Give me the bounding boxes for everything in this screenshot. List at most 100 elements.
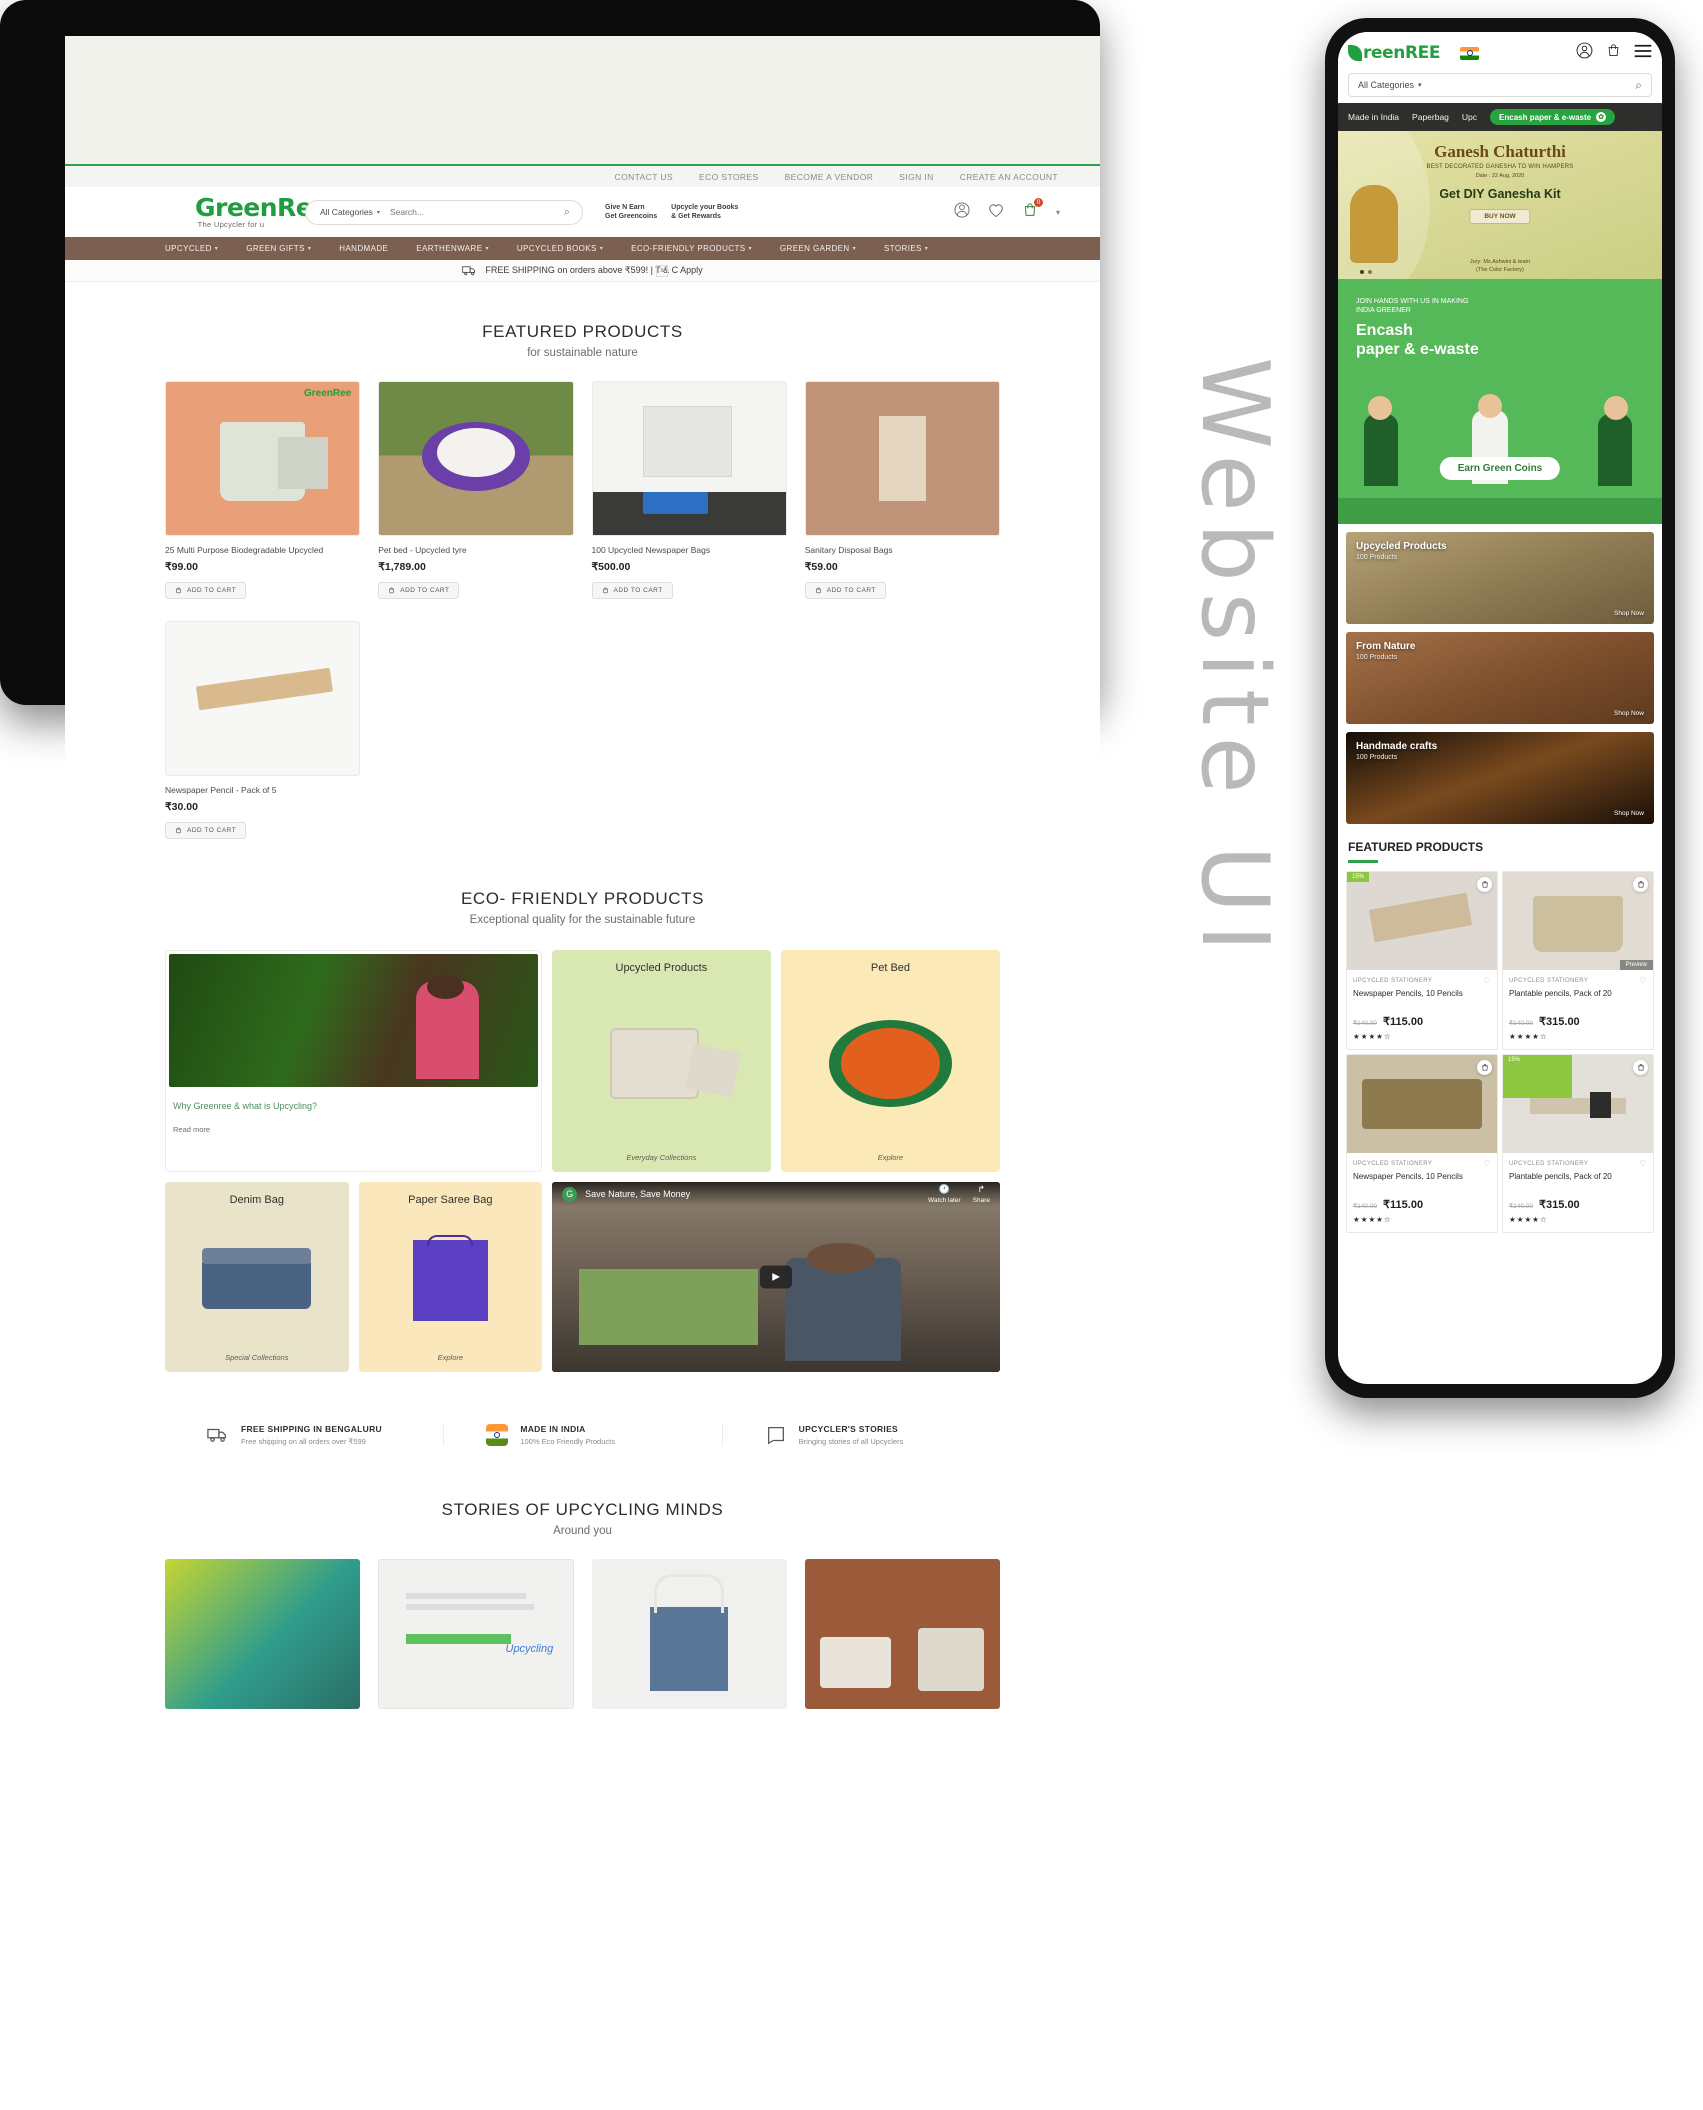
close-icon[interactable]: x [656,264,668,277]
eco-tile-pet-bed[interactable]: Pet Bed Explore [780,950,1000,1173]
wishlist-heart-icon[interactable]: ♡ [1639,1159,1647,1168]
cart-chevron-icon[interactable]: ▾ [1056,208,1060,217]
product-image[interactable] [591,381,787,536]
search-icon[interactable]: ⌕ [1635,78,1642,93]
wishlist-heart-icon[interactable] [988,203,1004,222]
category-cta[interactable]: Shop Now [1614,710,1644,717]
eco-tile-upcycled-products[interactable]: Upcycled Products Everyday Collections [551,950,771,1173]
product-image[interactable]: 15% [1503,1055,1653,1153]
mobile-category-card-handmade[interactable]: Handmade crafts 100 Products Shop Now [1346,732,1654,824]
category-dropdown[interactable]: All Categories ▾ [306,207,390,217]
product-card[interactable]: 100 Upcycled Newspaper Bags ₹500.00 ADD … [591,381,787,600]
product-card[interactable]: Pet bed - Upcycled tyre ₹1,789.00 ADD TO… [378,381,574,600]
product-card[interactable]: Sanitary Disposal Bags ₹59.00 ADD TO CAR… [804,381,1000,600]
chip-made-in-india[interactable]: Made in India [1348,112,1399,122]
product-card[interactable]: GreenRee 25 Multi Purpose Biodegradable … [165,381,361,600]
product-image[interactable]: 15% [1347,872,1497,970]
util-link-create-account[interactable]: CREATE AN ACCOUNT [960,172,1058,182]
util-link-sign-in[interactable]: SIGN IN [899,172,933,182]
watch-later-button[interactable]: 🕐 Watch later [928,1184,961,1204]
mobile-product-card[interactable]: Preview UPCYCLED STATIONERY ♡ Plantable … [1502,871,1654,1050]
mobile-chip-bar: Made in India Paperbag Upc Encash paper … [1338,103,1662,131]
wishlist-heart-icon[interactable]: ♡ [1483,976,1491,985]
nav-item-upcycled-books[interactable]: UPCYCLED BOOKS ▾ [517,244,603,253]
mobile-logo-text[interactable]: reenREE [1363,43,1440,63]
story-card[interactable] [591,1559,787,1710]
category-cta[interactable]: Shop Now [1614,810,1644,817]
add-to-cart-button[interactable]: ADD TO CART [804,582,886,600]
product-image[interactable] [1347,1055,1497,1153]
mobile-promo-banner[interactable]: Ganesh Chaturthi BEST DECORATED GANESHA … [1338,131,1662,279]
product-price: ₹315.00 [1539,1199,1580,1211]
eco-tile-paper-saree-bag[interactable]: Paper Saree Bag Explore [358,1182,543,1373]
chip-paperbag[interactable]: Paperbag [1412,112,1449,122]
carousel-dot[interactable] [1368,270,1372,274]
eco-story-title[interactable]: Why Greenree & what is Upcycling? [169,1087,538,1111]
add-to-cart-button[interactable]: ADD TO CART [591,582,673,600]
product-image[interactable]: GreenRee [165,381,361,536]
wishlist-heart-icon[interactable]: ♡ [1639,976,1647,985]
account-icon[interactable] [1576,42,1593,64]
mobile-product-card[interactable]: 15% UPCYCLED STATIONERY ♡ Plantable penc… [1502,1054,1654,1233]
carousel-dot[interactable] [1360,270,1364,274]
banner-buy-now-button[interactable]: BUY NOW [1469,209,1531,224]
nav-item-handmade[interactable]: HANDMADE [339,244,388,253]
add-to-cart-button[interactable]: ADD TO CART [165,822,247,840]
share-button[interactable]: ↱ Share [973,1184,990,1204]
carousel-dots[interactable] [1360,270,1372,274]
product-image[interactable]: Preview [1503,872,1653,970]
bag-icon[interactable] [1633,877,1648,892]
product-card[interactable]: Newspaper Pencil - Pack of 5 ₹30.00 ADD … [165,621,361,840]
category-cta[interactable]: Shop Now [1614,610,1644,617]
mobile-search-bar[interactable]: All Categories ▾ ⌕ [1348,73,1652,97]
account-icon[interactable] [954,202,970,222]
product-image[interactable] [378,381,574,536]
product-image[interactable] [804,381,1000,536]
nav-item-earthenware[interactable]: EARTHENWARE ▾ [416,244,489,253]
product-image[interactable] [165,621,361,777]
nav-item-green-garden[interactable]: GREEN GARDEN ▾ [780,244,856,253]
util-link-become-vendor[interactable]: BECOME A VENDOR [785,172,874,182]
nav-item-stories[interactable]: STORIES ▾ [884,244,928,253]
eco-tile-denim-bag[interactable]: Denim Bag Special Collections [165,1182,349,1373]
mobile-product-card[interactable]: 15% UPCYCLED STATIONERY ♡ Newspaper Penc… [1346,871,1498,1050]
preview-label[interactable]: Preview [1619,960,1653,970]
bag-icon[interactable] [1633,1060,1648,1075]
mobile-encash-banner[interactable]: JOIN HANDS WITH US IN MAKING INDIA GREEN… [1338,279,1662,524]
earn-green-coins-button[interactable]: Earn Green Coins [1439,457,1561,480]
util-link-eco-stores[interactable]: ECO STORES [699,172,759,182]
eco-story-card[interactable]: Why Greenree & what is Upcycling? Read m… [165,950,542,1173]
search-icon[interactable]: ⌕ [564,206,582,219]
bag-icon[interactable] [1477,877,1492,892]
nav-item-green-gifts[interactable]: GREEN GIFTS ▾ [246,244,311,253]
mobile-category-card-from-nature[interactable]: From Nature 100 Products Shop Now [1346,632,1654,724]
add-to-cart-button[interactable]: ADD TO CART [378,582,460,600]
nav-item-upcycled[interactable]: UPCYCLED ▾ [165,244,218,253]
cart-icon[interactable] [1606,42,1621,64]
mobile-product-card[interactable]: UPCYCLED STATIONERY ♡ Newspaper Pencils,… [1346,1054,1498,1233]
story-card[interactable] [804,1559,1000,1710]
mobile-category-dropdown[interactable]: All Categories ▾ [1358,80,1422,90]
product-old-price: ₹140.00 [1353,1203,1378,1210]
nav-label: ECO-FRIENDLY PRODUCTS [631,244,746,253]
logo[interactable]: GreenRee The Upcycler for u [97,195,329,229]
mobile-category-card-upcycled[interactable]: Upcycled Products 100 Products Shop Now [1346,532,1654,624]
add-to-cart-button[interactable]: ADD TO CART [165,582,247,600]
util-link-contact[interactable]: CONTACT US [615,172,673,182]
story-card[interactable]: Upcycling [378,1559,574,1710]
cart-icon[interactable]: 0 [1022,198,1043,222]
play-button[interactable]: ▶ [760,1265,793,1289]
eco-story-readmore[interactable]: Read more [169,1111,538,1134]
promo-give-n-earn[interactable]: Give N Earn Get Greencoins [605,203,657,222]
video-player[interactable]: G Save Nature, Save Money 🕐 Watch later … [552,1182,1000,1373]
hamburger-menu-icon[interactable] [1634,44,1652,63]
wishlist-heart-icon[interactable]: ♡ [1483,1159,1491,1168]
chip-encash-paper-ewaste[interactable]: Encash paper & e-waste ✿ [1490,109,1616,125]
bag-icon[interactable] [1477,1060,1492,1075]
story-card[interactable] [165,1559,361,1710]
search-input[interactable] [389,207,564,217]
chip-upcycled[interactable]: Upc [1462,112,1477,122]
search-bar[interactable]: All Categories ▾ ⌕ [305,199,583,225]
promo-upcycle-books[interactable]: Upcycle your Books & Get Rewards [671,203,738,222]
nav-item-eco-friendly-products[interactable]: ECO-FRIENDLY PRODUCTS ▾ [631,244,752,253]
